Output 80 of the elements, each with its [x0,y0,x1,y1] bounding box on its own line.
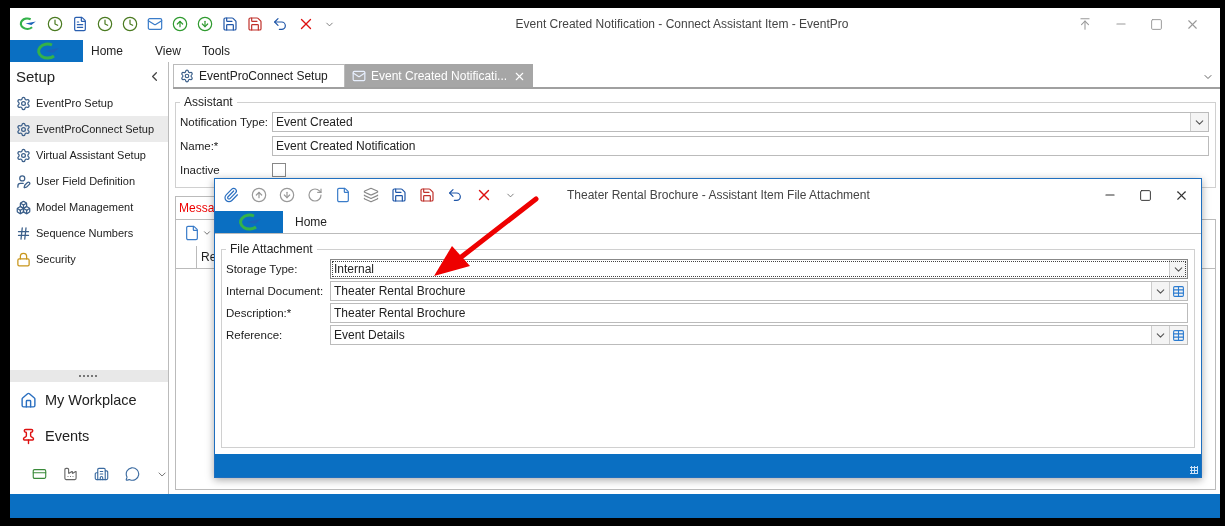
ribbon-tab[interactable]: Home [283,211,355,233]
clock-icon[interactable] [97,16,113,32]
sidebar-item[interactable]: Security [10,246,168,272]
item-label: Virtual Assistant Setup [36,149,146,161]
new-document-icon[interactable] [335,187,351,203]
dropdown-field[interactable]: Theater Rental Brochure [330,281,1188,301]
chat-icon[interactable] [124,466,140,482]
clock-icon[interactable] [122,16,138,32]
lookup-icon[interactable] [1172,328,1185,342]
sidebar-item[interactable]: User Field Definition [10,168,168,194]
lock-icon [16,251,31,267]
boxes-icon [16,199,31,215]
nav-item[interactable]: Events [10,418,168,454]
hash-icon [16,225,31,241]
text-field[interactable]: Theater Rental Brochure [330,303,1188,323]
field-label: Internal Document: [226,285,325,297]
ribbon-tab[interactable]: Home [83,40,155,62]
text-field[interactable]: Event Created Notification [272,136,1209,156]
gear-icon [16,95,31,111]
dropdown-field[interactable]: Event Details [330,325,1188,345]
sidebar-item[interactable]: EventPro Setup [10,90,168,116]
home-icon [20,391,37,409]
save-close-icon[interactable] [419,187,435,203]
field-label: Name:* [180,140,220,152]
field-label: Notification Type: [180,116,269,128]
document-tab[interactable]: EventProConnect Setup [173,64,345,87]
item-label: EventPro Setup [36,97,114,109]
sidebar-title: Setup [16,67,56,85]
sidebar-item[interactable]: EventProConnect Setup [10,116,168,142]
gear-icon [16,147,31,163]
refresh-icon[interactable] [307,187,323,203]
document-icon[interactable] [72,16,88,32]
undo-icon[interactable] [272,16,288,32]
restore-icon[interactable] [1078,17,1092,31]
gear-icon [180,69,194,83]
ribbon-tab[interactable]: Tools [202,40,252,62]
gear-icon [16,121,31,137]
group-title: Assistant [183,95,234,109]
nav-label: Events [45,428,90,444]
save-close-icon[interactable] [247,16,263,32]
item-label: EventProConnect Setup [36,123,155,135]
dropdown-field[interactable]: Internal [330,259,1188,279]
window-title: Event Created Notification - Connect Assistant Item - EventPro [514,17,850,31]
clock-icon[interactable] [47,16,63,32]
ribbon-tab[interactable]: View [155,40,202,62]
new-document-icon[interactable] [184,225,200,241]
mail-icon[interactable] [147,16,163,32]
field-label: Inactive [180,164,221,176]
group-title: File Attachment [229,242,314,256]
field-label: Storage Type: [226,263,299,275]
item-label: Sequence Numbers [36,227,134,239]
save-icon[interactable] [391,187,407,203]
save-icon[interactable] [222,16,238,32]
pin-icon [20,427,37,445]
user-icon [16,173,31,189]
building-icon[interactable] [93,466,109,482]
item-label: User Field Definition [36,175,136,187]
caret-icon[interactable] [202,228,212,238]
item-label: Model Management [36,201,134,213]
sidebar-item[interactable]: Virtual Assistant Setup [10,142,168,168]
lookup-icon[interactable] [1172,284,1185,298]
nav-label: My Workplace [45,392,137,408]
factory-icon[interactable] [62,466,78,482]
resize-grip[interactable] [1190,466,1198,474]
sidebar-item[interactable]: Model Management [10,194,168,220]
dropdown-field[interactable]: Event Created [272,112,1209,132]
undo-icon[interactable] [447,187,463,203]
nav-item[interactable]: My Workplace [10,382,168,418]
field-label: Description:* [226,307,293,319]
card-icon[interactable] [32,466,47,482]
field-label: Reference: [226,329,284,341]
item-label: Security [36,253,76,265]
tab-label: EventProConnect Setup [199,69,329,83]
mail-icon [352,69,366,83]
paperclip-icon[interactable] [223,187,239,203]
tab-label: Event Created Notificati... [371,69,508,83]
sidebar-item[interactable]: Sequence Numbers [10,220,168,246]
layers-icon[interactable] [363,187,379,203]
maximize-icon[interactable] [1139,188,1152,202]
dialog-title: Theater Rental Brochure - Assistant Item File Attachment [566,188,871,202]
